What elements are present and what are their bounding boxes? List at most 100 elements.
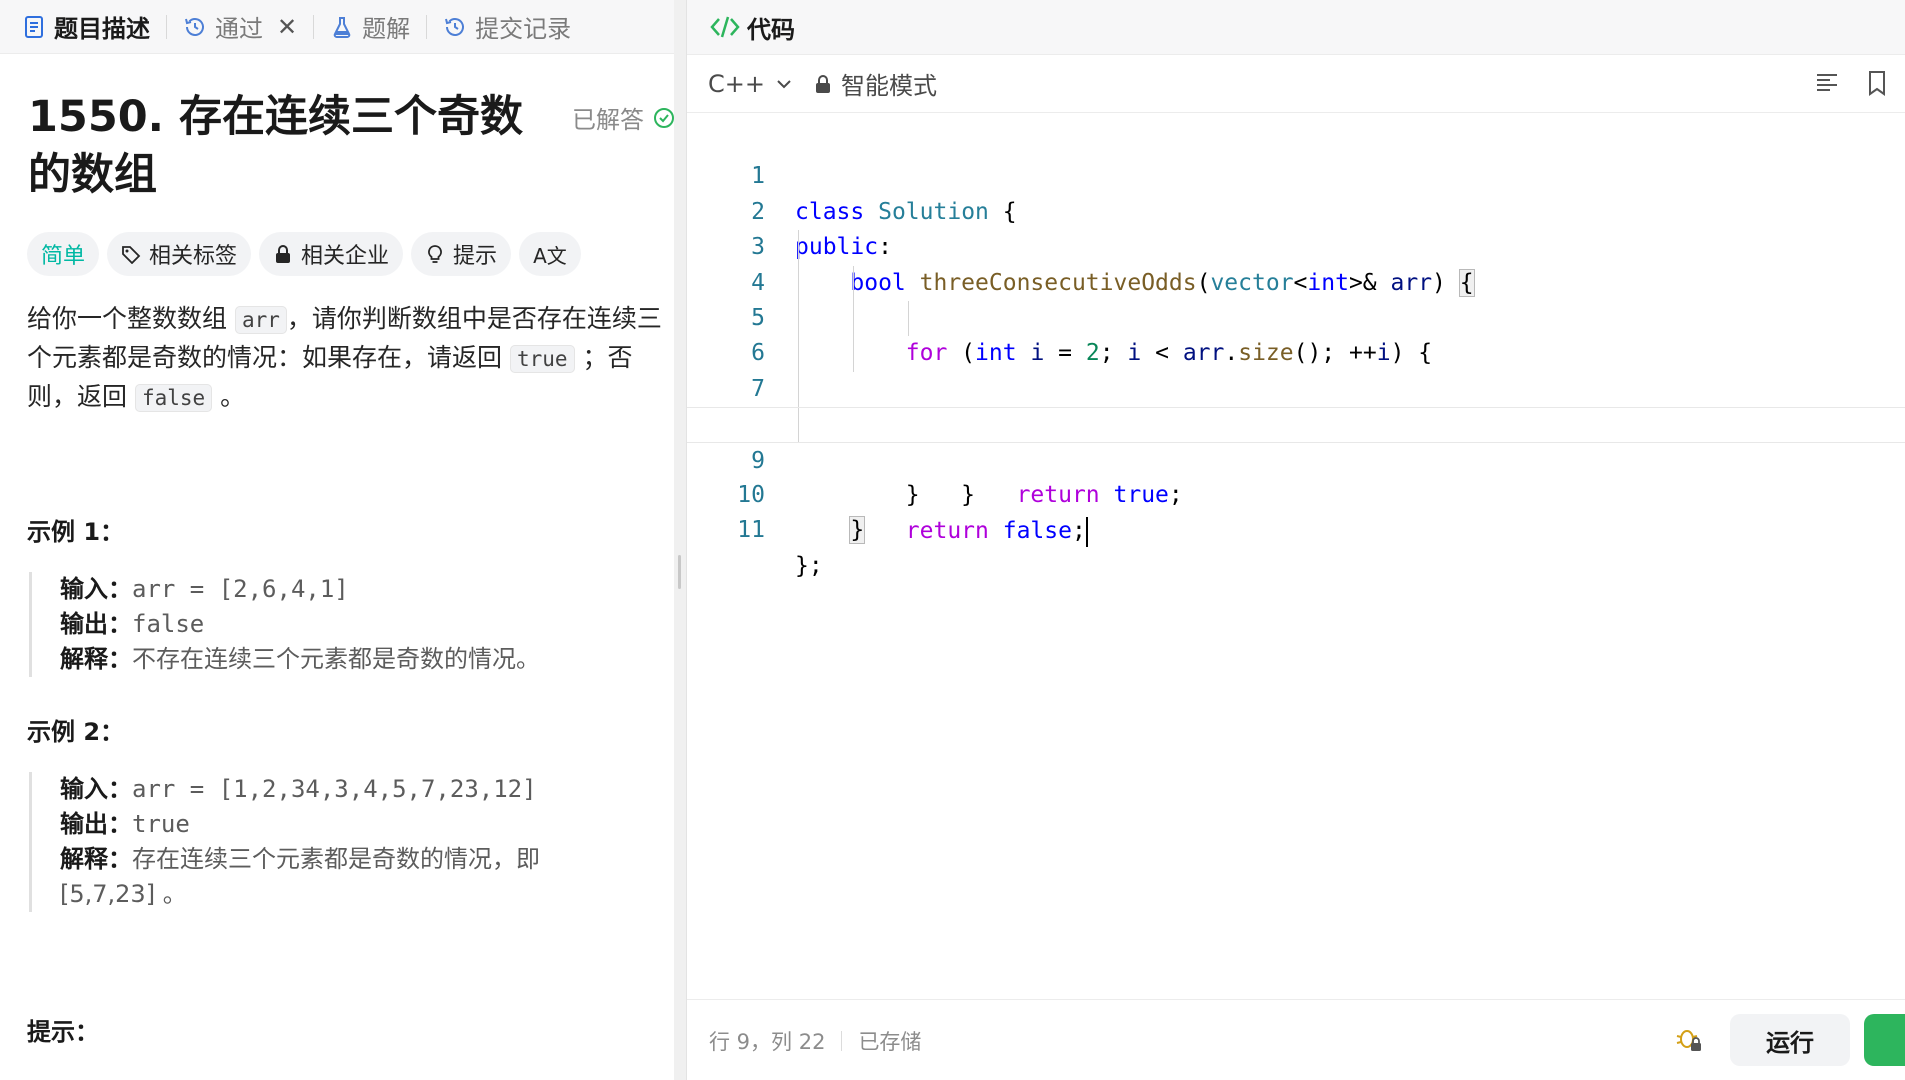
code-text: }; xyxy=(795,552,823,579)
language-select[interactable]: C++ xyxy=(708,70,795,98)
run-button[interactable]: 运行 xyxy=(1730,1014,1850,1066)
cursor-position: 行 9，列 22 xyxy=(709,1030,826,1054)
code-line: 5 if (arr[i] % 2 == 1 && arr[i - 1] % 2 … xyxy=(687,265,1905,437)
code-text: } xyxy=(849,516,866,545)
inline-code: true xyxy=(509,345,575,373)
tags-chip-label: 相关标签 xyxy=(149,244,238,269)
input-label: 输入： xyxy=(60,575,132,603)
lightbulb-icon xyxy=(425,244,445,264)
solved-label: 已解答 xyxy=(572,106,644,134)
example-output: false xyxy=(132,610,205,638)
code-line: 2 public: xyxy=(687,159,1905,260)
tab-solutions-label: 题解 xyxy=(362,15,411,43)
inline-code: false xyxy=(134,384,213,412)
example-output: true xyxy=(132,810,190,838)
companies-chip-label: 相关企业 xyxy=(301,244,390,269)
code-line: 4 for (int i = 2; i < arr.size(); ++i) { xyxy=(687,230,1905,366)
code-panel: 代码 C++ 智能模式 1 class Solution {2 public:… xyxy=(686,0,1905,1080)
smart-mode-label: 智能模式 xyxy=(840,72,937,100)
tab-solutions[interactable]: 题解 xyxy=(330,0,410,54)
solved-status: 已解答 xyxy=(572,100,674,135)
hint-chip[interactable]: 提示 xyxy=(411,232,512,276)
indent-guide xyxy=(853,300,854,337)
problem-header: 1550. 存在连续三个奇数的数组 已解答 xyxy=(28,88,674,204)
save-status: 已存储 xyxy=(858,1030,922,1054)
smart-mode-toggle[interactable]: 智能模式 xyxy=(813,66,937,101)
desc-text: 给你一个整数数组 xyxy=(27,304,235,333)
indent-guide xyxy=(908,300,909,337)
problem-description: 给你一个整数数组 arr ，请你判断数组中是否存在连续三个元素都是奇数的情况：如果… xyxy=(27,300,667,417)
example-explanation: 存在连续三个元素都是奇数的情况，即 [5,7,23] 。 xyxy=(60,845,540,908)
status-info: 行 9，列 22 已存储 xyxy=(709,1026,921,1056)
debug-bug-icon[interactable] xyxy=(1674,1024,1704,1054)
chevron-down-icon xyxy=(773,73,795,95)
problem-panel: 题目描述 通过 ✕ 题解 提交记录 1550. 存在连续三个奇数的数组 已解答 … xyxy=(0,0,674,1080)
companies-chip[interactable]: 相关企业 xyxy=(259,232,404,276)
tags-chip[interactable]: 相关标签 xyxy=(107,232,252,276)
document-icon xyxy=(22,15,46,39)
example-input: arr = [2,6,4,1] xyxy=(132,575,349,603)
code-line: 7 } xyxy=(687,336,1905,508)
example-2-block: 输入：arr = [1,2,34,3,4,5,7,23,12] 输出：true … xyxy=(29,772,590,912)
tab-submissions[interactable]: 提交记录 xyxy=(443,0,571,54)
submit-button[interactable] xyxy=(1864,1014,1905,1066)
problem-title: 1550. 存在连续三个奇数的数组 xyxy=(28,92,523,200)
code-line: 1 class Solution { xyxy=(687,124,1905,224)
desc-text: 。 xyxy=(212,382,246,411)
output-label: 输出： xyxy=(60,610,132,638)
input-label: 输入： xyxy=(60,775,132,803)
indent-guide xyxy=(798,230,799,266)
history-icon xyxy=(443,15,467,39)
example-explanation: 不存在连续三个元素都是奇数的情况。 xyxy=(132,645,540,673)
problem-tabbar: 题目描述 通过 ✕ 题解 提交记录 xyxy=(0,0,674,54)
tab-accepted-label: 通过 xyxy=(215,15,263,43)
hint-chip-label: 提示 xyxy=(453,244,498,269)
tab-divider xyxy=(166,14,167,39)
output-label: 输出： xyxy=(60,810,132,838)
explain-label: 解释： xyxy=(60,845,132,873)
tab-description[interactable]: 题目描述 xyxy=(22,0,150,54)
panel-resize-handle[interactable] xyxy=(674,0,686,1080)
tag-icon xyxy=(121,244,141,264)
history-icon xyxy=(183,15,207,39)
problem-chips: 简单 相关标签 相关企业 提示 A文 xyxy=(27,232,581,276)
resize-grip[interactable] xyxy=(678,555,681,589)
lock-icon xyxy=(813,73,833,95)
format-icon[interactable] xyxy=(1814,69,1840,97)
flask-icon xyxy=(330,15,354,39)
code-line: 10 } xyxy=(687,443,1905,545)
indent-guide xyxy=(853,336,854,372)
editor-toolbar: C++ 智能模式 xyxy=(687,55,1905,113)
code-line: 8 } xyxy=(687,371,1905,508)
code-line: 6 return true; xyxy=(687,300,1905,508)
check-circle-icon xyxy=(652,106,674,130)
code-line: 3 bool threeConsecutiveOdds(vector<int>&… xyxy=(687,195,1905,297)
tab-divider xyxy=(426,14,428,39)
code-icon xyxy=(709,13,741,41)
indent-guide xyxy=(798,265,799,301)
code-panel-title: 代码 xyxy=(747,15,795,44)
example-1-title: 示例 1： xyxy=(27,518,125,546)
close-icon[interactable]: ✕ xyxy=(277,13,297,41)
translate-button[interactable]: A文 xyxy=(519,232,581,276)
indent-guide xyxy=(798,408,799,442)
indent-guide xyxy=(853,265,854,301)
line-number: 11 xyxy=(737,517,765,544)
example-2-title: 示例 2： xyxy=(27,718,125,746)
toolbar-actions xyxy=(1814,69,1890,97)
inline-code: arr xyxy=(234,306,287,334)
code-panel-header: 代码 xyxy=(687,0,1905,55)
tab-divider xyxy=(313,14,315,39)
bookmark-icon[interactable] xyxy=(1864,69,1890,97)
hints-title: 提示： xyxy=(27,1018,99,1046)
text-cursor xyxy=(1085,516,1088,547)
indent-guide xyxy=(798,371,799,408)
lock-icon xyxy=(273,244,293,264)
code-line-current: 9 return false; xyxy=(687,407,1905,547)
editor-statusbar: 行 9，列 22 已存储 运行 xyxy=(687,999,1905,1080)
code-editor[interactable]: 1 class Solution { 2 public: 3 bool thre… xyxy=(687,124,1905,579)
code-line: 11 }; xyxy=(687,478,1905,578)
tab-accepted[interactable]: 通过 ✕ xyxy=(183,0,297,54)
status-divider xyxy=(841,1031,843,1051)
example-1-block: 输入：arr = [2,6,4,1] 输出：false 解释：不存在连续三个元素… xyxy=(29,572,620,677)
